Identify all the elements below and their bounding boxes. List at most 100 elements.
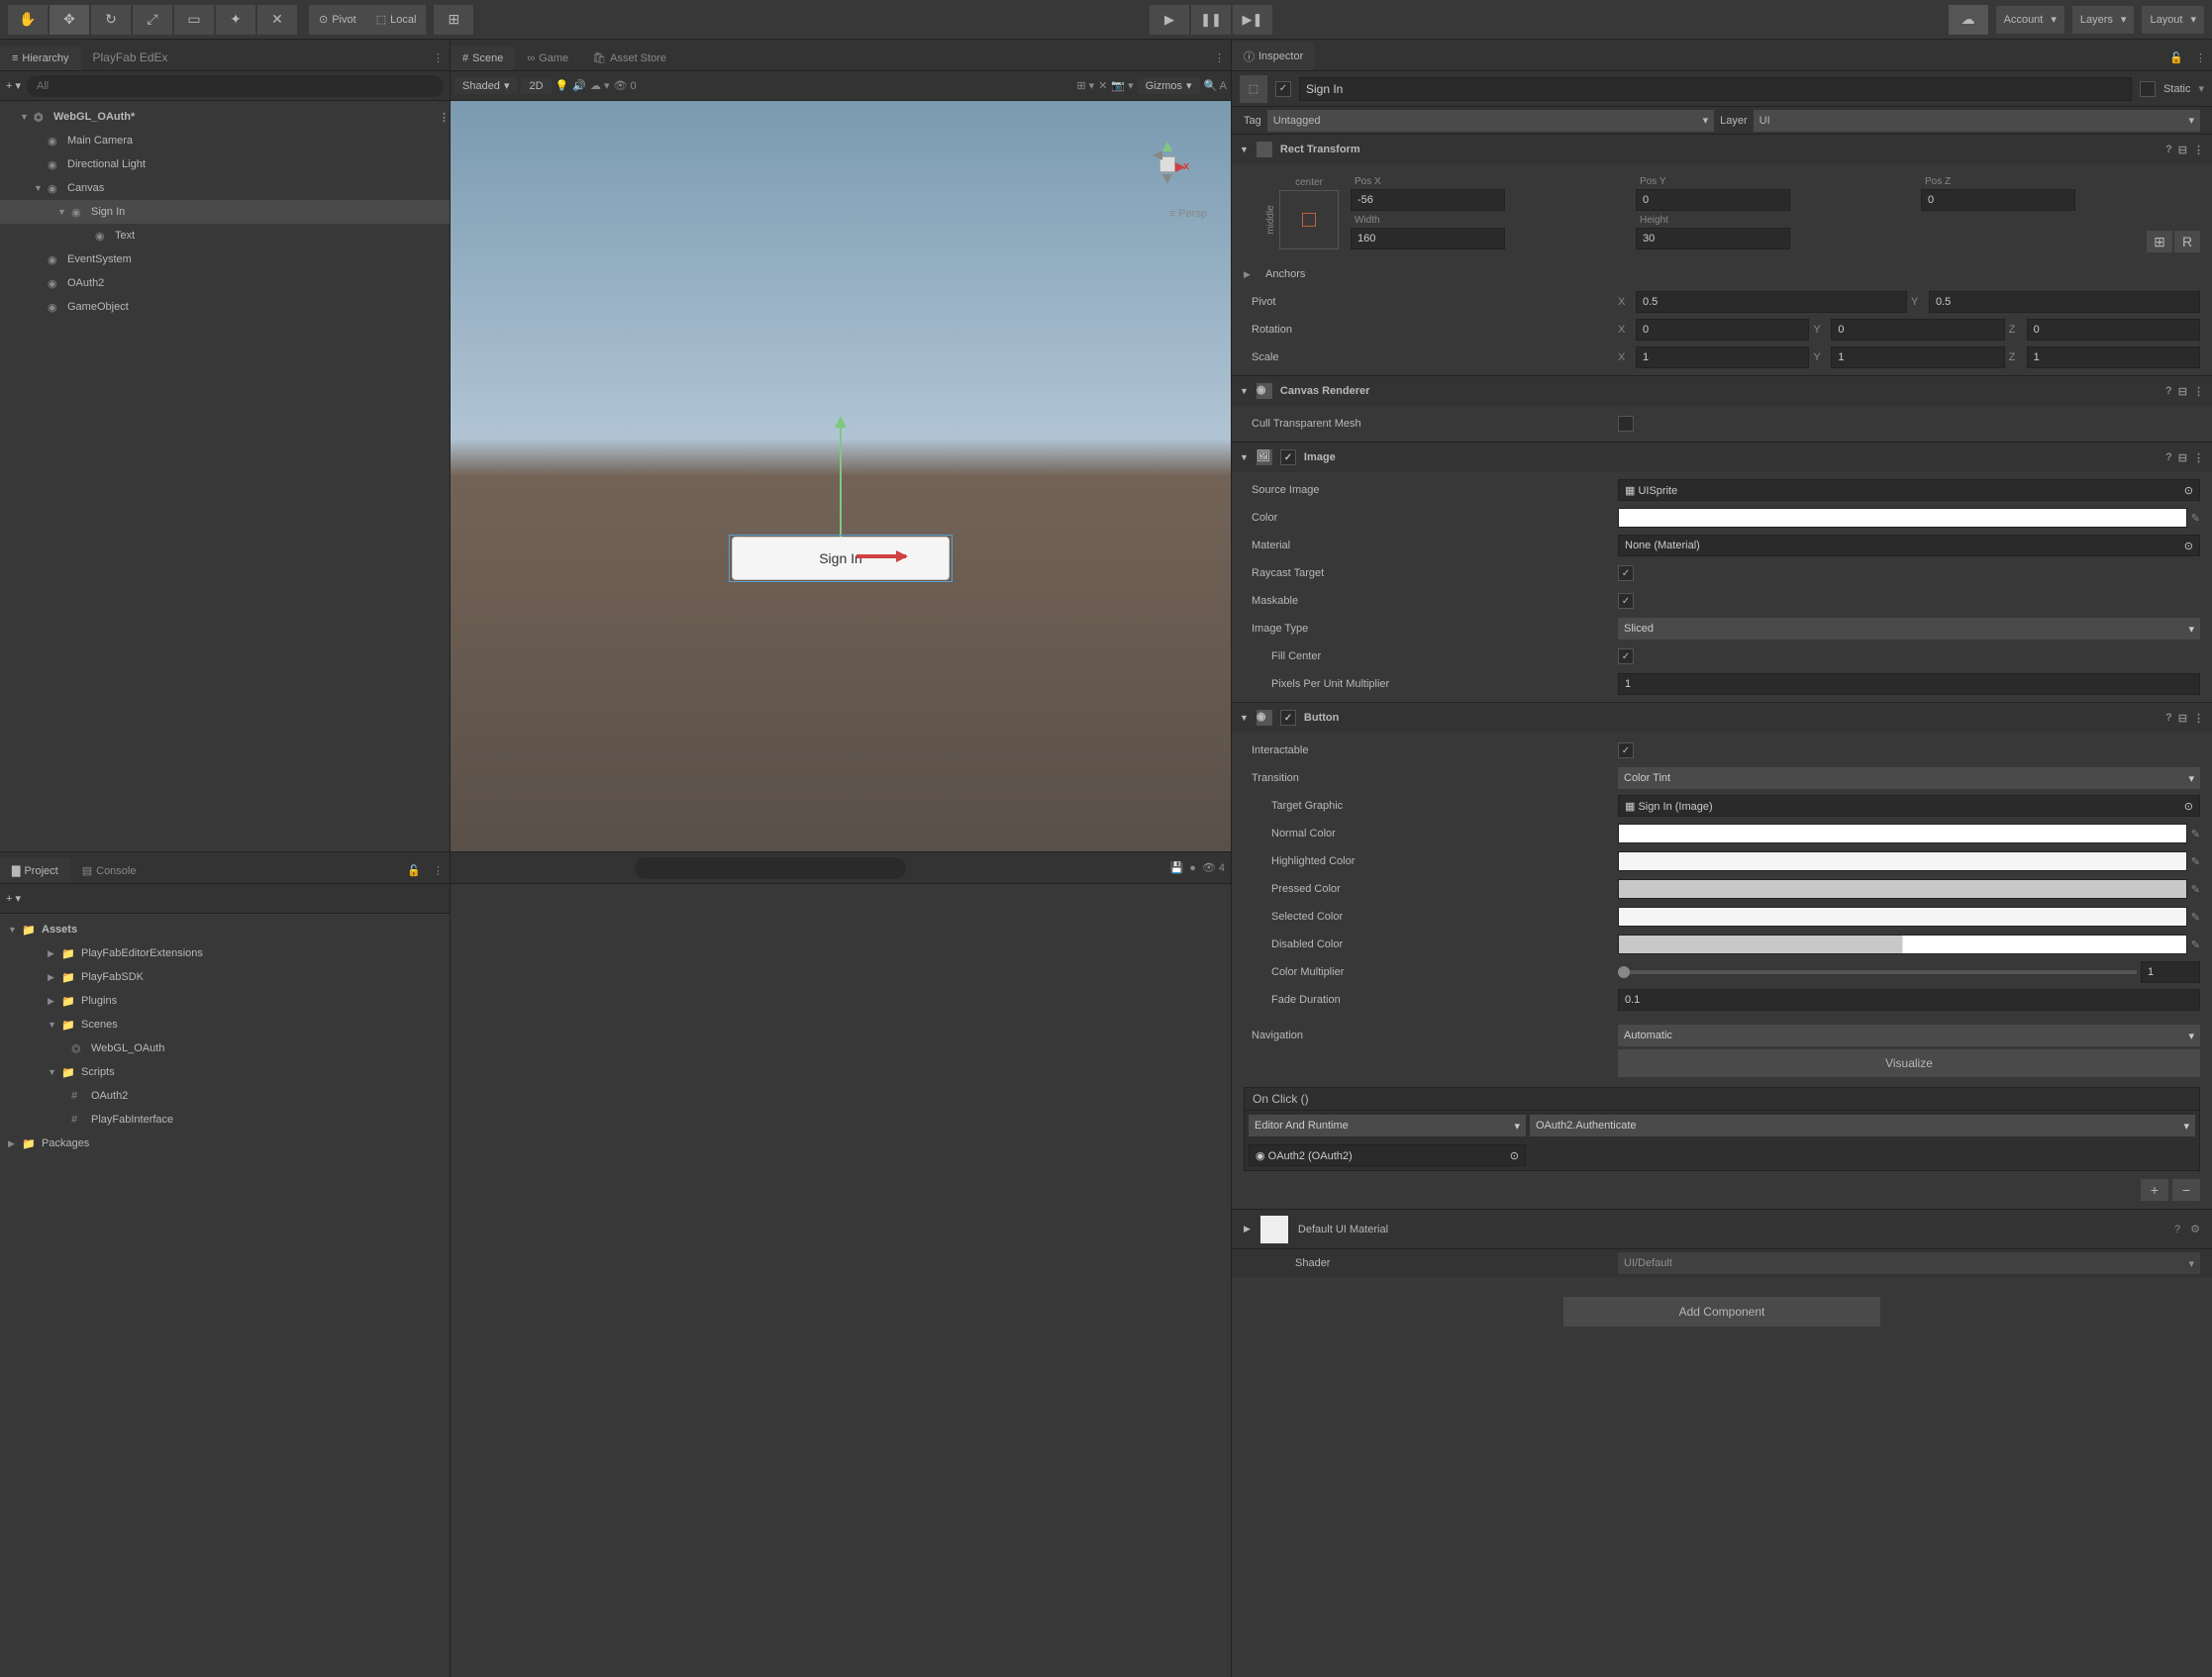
color-field[interactable]: [1618, 508, 2187, 528]
tab-project[interactable]: ▇Project: [0, 858, 70, 883]
object-name-field[interactable]: [1299, 77, 2132, 101]
snap-toggle[interactable]: ⊞: [434, 5, 473, 35]
tree-item-eventsystem[interactable]: ◉EventSystem: [0, 247, 450, 271]
object-picker-icon[interactable]: ⊙: [2184, 800, 2193, 813]
tree-scripts[interactable]: ▼📁Scripts: [0, 1060, 450, 1084]
panel-menu-icon[interactable]: ⋮: [427, 858, 450, 883]
add-event-button[interactable]: +: [2141, 1179, 2168, 1201]
audio-icon[interactable]: 🔊: [572, 79, 586, 92]
tree-oauth2-script[interactable]: #OAuth2: [0, 1084, 450, 1108]
cloud-button[interactable]: ☁: [1949, 5, 1988, 35]
active-checkbox[interactable]: ✓: [1275, 81, 1291, 97]
tab-console[interactable]: ▤Console: [70, 858, 149, 883]
picker-icon[interactable]: ✎: [2191, 938, 2200, 951]
object-picker-icon[interactable]: ⊙: [2184, 540, 2193, 552]
scene-menu-icon[interactable]: ⋮: [439, 111, 450, 124]
color-mult-field[interactable]: [2141, 961, 2200, 983]
create-dropdown[interactable]: + ▾: [6, 892, 21, 905]
rot-y[interactable]: [1831, 319, 2004, 341]
gear-icon[interactable]: ⚙: [2190, 1223, 2200, 1235]
scale-x[interactable]: [1636, 346, 1809, 368]
scale-z[interactable]: [2027, 346, 2200, 368]
static-dropdown[interactable]: ▾: [2198, 82, 2204, 95]
raw-edit-mode[interactable]: R: [2174, 231, 2200, 252]
menu-icon[interactable]: ⋮: [2193, 144, 2204, 156]
height-field[interactable]: [1636, 228, 1790, 249]
tree-item-text[interactable]: ◉Text: [0, 224, 450, 247]
transition-dropdown[interactable]: Color Tint▾: [1618, 767, 2200, 789]
visualize-button[interactable]: Visualize: [1618, 1049, 2200, 1077]
lock-icon[interactable]: 🔓: [401, 858, 427, 883]
preset-icon[interactable]: ⊟: [2178, 144, 2187, 156]
preset-icon[interactable]: ⊟: [2178, 451, 2187, 464]
layout-dropdown[interactable]: Layout▾: [2142, 6, 2204, 34]
foldout-arrow[interactable]: ▼: [1240, 386, 1249, 396]
tab-inspector[interactable]: ⓘInspector: [1232, 43, 1315, 70]
disabled-color[interactable]: [1618, 935, 2187, 954]
layers-dropdown[interactable]: Layers▾: [2072, 6, 2135, 34]
scene-viewport[interactable]: Sign In x ≡ Persp: [451, 101, 1231, 851]
step-button[interactable]: ▶❚: [1233, 5, 1272, 35]
help-icon[interactable]: ?: [2165, 712, 2172, 725]
transform-tool[interactable]: ✦: [216, 5, 255, 35]
project-search[interactable]: [635, 857, 906, 879]
play-button[interactable]: ▶: [1150, 5, 1189, 35]
lighting-icon[interactable]: 💡: [555, 79, 569, 92]
pause-button[interactable]: ❚❚: [1191, 5, 1231, 35]
anchor-preset[interactable]: center middle: [1279, 190, 1339, 249]
menu-icon[interactable]: ⋮: [2193, 451, 2204, 464]
account-dropdown[interactable]: Account▾: [1996, 6, 2064, 34]
image-enabled-checkbox[interactable]: ✓: [1280, 449, 1296, 465]
panel-menu-icon[interactable]: ⋮: [1208, 46, 1231, 70]
save-icon[interactable]: 💾: [1170, 861, 1184, 874]
move-gizmo-x[interactable]: [856, 554, 906, 558]
layer-dropdown[interactable]: UI▾: [1754, 110, 2200, 132]
posy-field[interactable]: [1636, 189, 1790, 211]
material-header[interactable]: ▶ Default UI Material ? ⚙: [1232, 1210, 2212, 1249]
menu-icon[interactable]: ⋮: [2193, 385, 2204, 398]
color-mult-slider[interactable]: [1618, 970, 2137, 974]
foldout-arrow[interactable]: ▼: [1240, 145, 1249, 154]
posz-field[interactable]: [1921, 189, 2075, 211]
help-icon[interactable]: ?: [2165, 144, 2172, 156]
search-icon[interactable]: 🔍 A: [1204, 79, 1227, 92]
tree-webgl-oauth-scene[interactable]: ⏣WebGL_OAuth: [0, 1036, 450, 1060]
image-type-dropdown[interactable]: Sliced▾: [1618, 618, 2200, 640]
menu-icon[interactable]: ⋮: [2193, 712, 2204, 725]
preset-icon[interactable]: ⊟: [2178, 712, 2187, 725]
help-icon[interactable]: ?: [2174, 1224, 2180, 1235]
orientation-gizmo[interactable]: x ≡ Persp: [1128, 125, 1207, 204]
picker-icon[interactable]: ✎: [2191, 883, 2200, 896]
picker-icon[interactable]: ✎: [2191, 911, 2200, 924]
tree-pfinterface-script[interactable]: #PlayFabInterface: [0, 1108, 450, 1132]
rot-x[interactable]: [1636, 319, 1809, 341]
move-gizmo-y[interactable]: [840, 418, 842, 537]
width-field[interactable]: [1351, 228, 1505, 249]
tree-item-sign-in[interactable]: ▼◉Sign In: [0, 200, 450, 224]
foldout-arrow[interactable]: ▼: [1240, 452, 1249, 462]
tree-plugins[interactable]: ▶📁Plugins: [0, 989, 450, 1013]
blueprint-mode[interactable]: ⊞: [2147, 231, 2172, 252]
persp-label[interactable]: ≡ Persp: [1169, 208, 1207, 220]
anchors-foldout[interactable]: ▶: [1244, 269, 1257, 280]
raycast-checkbox[interactable]: ✓: [1618, 565, 1634, 581]
rotate-tool[interactable]: ↻: [91, 5, 131, 35]
navigation-dropdown[interactable]: Automatic▾: [1618, 1025, 2200, 1046]
tree-item-camera[interactable]: ◉Main Camera: [0, 129, 450, 152]
grid-icon[interactable]: ⊞ ▾: [1076, 79, 1094, 92]
preset-icon[interactable]: ⊟: [2178, 385, 2187, 398]
gameobject-icon[interactable]: ⬚: [1240, 75, 1267, 103]
scale-tool[interactable]: ⤢: [133, 5, 172, 35]
interactable-checkbox[interactable]: ✓: [1618, 742, 1634, 758]
scene-row[interactable]: ▼⏣WebGL_OAuth* ⋮: [0, 105, 450, 129]
hand-tool[interactable]: ✋: [8, 5, 48, 35]
picker-icon[interactable]: ✎: [2191, 855, 2200, 868]
hierarchy-search[interactable]: [27, 75, 444, 97]
hidden-icon[interactable]: 👁 0: [614, 79, 637, 92]
rot-z[interactable]: [2027, 319, 2200, 341]
foldout-arrow[interactable]: ▼: [1240, 713, 1249, 723]
tree-pfsdk[interactable]: ▶📁PlayFabSDK: [0, 965, 450, 989]
source-image-field[interactable]: ▦ UISprite⊙: [1618, 479, 2200, 501]
tab-asset-store[interactable]: 🛍Asset Store: [580, 46, 678, 70]
tab-game[interactable]: ∞Game: [515, 47, 580, 70]
